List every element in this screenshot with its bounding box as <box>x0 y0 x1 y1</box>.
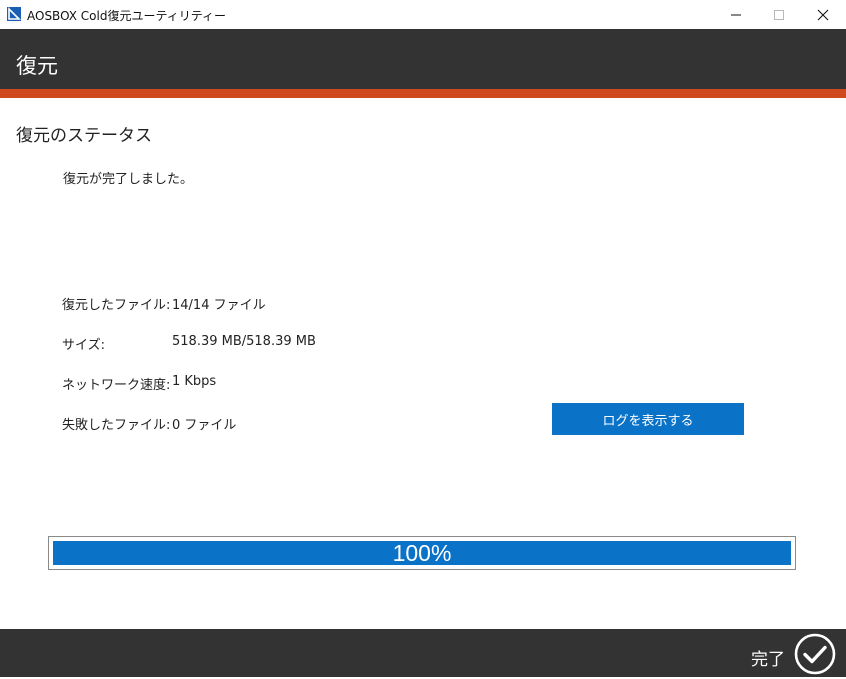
window-titlebar: AOSBOX Cold復元ユーティリティー <box>0 0 846 29</box>
page-header: 復元 <box>0 29 846 89</box>
section-title: 復元のステータス <box>16 126 152 146</box>
restored-files-value: 14/14 ファイル <box>172 298 266 313</box>
status-message: 復元が完了しました。 <box>63 172 194 187</box>
network-speed-label: ネットワーク速度: <box>62 378 171 393</box>
failed-files-label: 失敗したファイル: <box>62 418 171 433</box>
finish-button[interactable]: 完了 <box>751 633 837 675</box>
size-label: サイズ: <box>62 338 105 353</box>
progress-label: 100% <box>392 539 452 566</box>
progress-bar: 100% <box>48 536 796 570</box>
maximize-button[interactable] <box>756 0 802 29</box>
checkmark-circle-icon <box>794 633 836 675</box>
network-speed-value: 1 Kbps <box>172 374 217 389</box>
failed-files-value: 0 ファイル <box>172 418 237 433</box>
close-icon <box>817 9 829 20</box>
page-title: 復元 <box>16 54 58 78</box>
finish-label: 完了 <box>751 650 785 670</box>
minimize-icon <box>731 14 741 15</box>
minimize-button[interactable] <box>713 0 759 29</box>
app-logo-icon <box>7 7 21 21</box>
size-value: 518.39 MB/518.39 MB <box>172 334 316 349</box>
restored-files-label: 復元したファイル: <box>62 298 171 313</box>
window-title: AOSBOX Cold復元ユーティリティー <box>27 9 227 23</box>
accent-bar <box>0 89 846 98</box>
page-footer <box>0 629 846 677</box>
close-button[interactable] <box>800 0 846 29</box>
maximize-icon <box>774 9 784 20</box>
show-log-button[interactable]: ログを表示する <box>552 403 744 435</box>
